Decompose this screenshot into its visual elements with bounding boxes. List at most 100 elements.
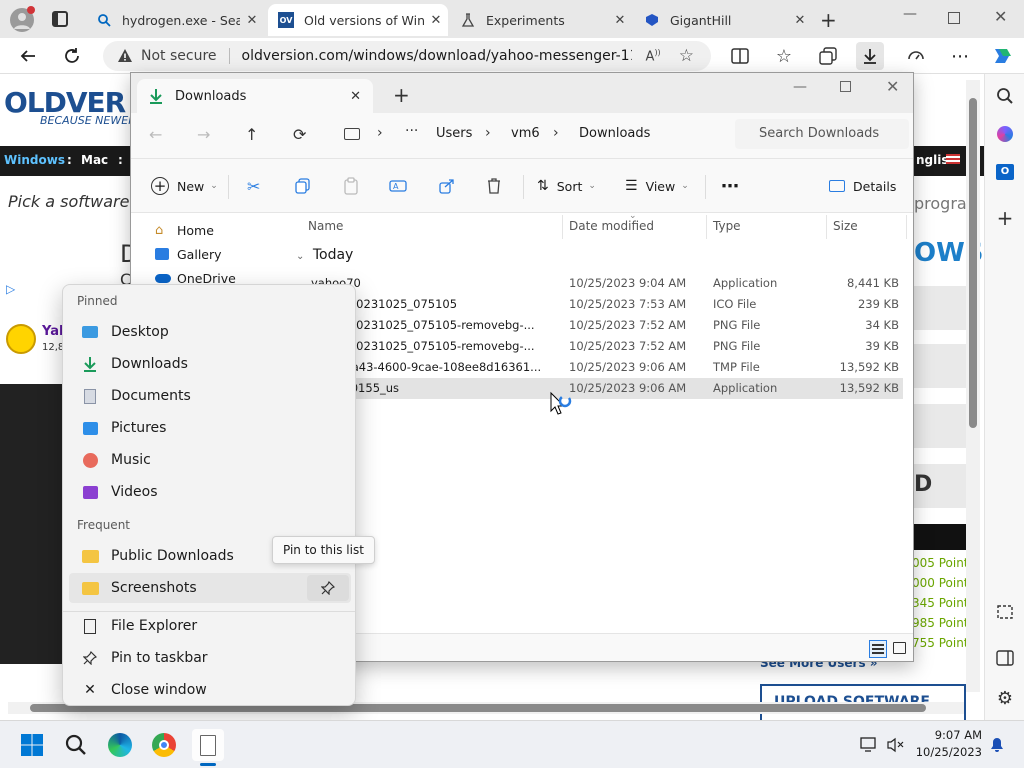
breadcrumb-downloads[interactable]: Downloads xyxy=(579,126,650,141)
jump-item-desktop[interactable]: Desktop xyxy=(69,317,351,347)
jump-item-screenshots[interactable]: Screenshots xyxy=(69,573,351,603)
screenshot-icon[interactable] xyxy=(993,600,1017,624)
url-text[interactable]: oldversion.com/windows/download/yahoo-me… xyxy=(242,48,632,64)
jump-item-videos[interactable]: Videos xyxy=(69,477,351,507)
tiles-view-toggle[interactable] xyxy=(893,642,906,654)
delete-icon[interactable] xyxy=(487,171,501,201)
tab-experiments[interactable]: Experiments ✕ xyxy=(450,4,632,36)
settings-gear-icon[interactable]: ⚙ xyxy=(993,686,1017,710)
column-size[interactable]: Size xyxy=(833,219,858,233)
close-window-button[interactable]: ✕ xyxy=(994,7,1007,26)
jump-item-downloads[interactable]: Downloads xyxy=(69,349,351,379)
sort-button[interactable]: ⇅ Sort ⌄ xyxy=(537,171,596,201)
tab-oldversion[interactable]: OV Old versions of Windo ✕ xyxy=(268,4,448,36)
file-row[interactable]: nshot_20231025_075105-removebg-... 10/25… xyxy=(291,336,903,357)
tab-actions-icon[interactable] xyxy=(52,11,68,27)
explorer-tab-downloads[interactable]: Downloads ✕ xyxy=(137,79,373,113)
copy-icon[interactable] xyxy=(295,171,311,201)
breadcrumb-vm6[interactable]: vm6 xyxy=(511,126,540,141)
close-tab-icon[interactable]: ✕ xyxy=(240,13,264,28)
breadcrumb-overflow-icon[interactable]: ··· xyxy=(405,123,418,139)
search-icon[interactable] xyxy=(993,84,1017,108)
close-tab-icon[interactable]: ✕ xyxy=(788,13,812,28)
back-arrow-icon[interactable]: ← xyxy=(149,125,162,144)
tab-giganthill[interactable]: GigantHill ✕ xyxy=(634,4,812,36)
split-screen-icon[interactable] xyxy=(726,42,754,70)
nav-home[interactable]: ⌂ Home xyxy=(155,219,214,241)
vertical-scrollbar[interactable] xyxy=(966,80,980,692)
display-icon[interactable] xyxy=(860,737,878,753)
favorites-icon[interactable]: ☆ xyxy=(770,42,798,70)
close-tab-icon[interactable]: ✕ xyxy=(350,89,361,104)
clock-time[interactable]: 9:07 AM xyxy=(918,728,982,742)
refresh-icon[interactable]: ⟳ xyxy=(293,125,306,144)
downloads-icon[interactable] xyxy=(856,42,884,70)
jump-item-pictures[interactable]: Pictures xyxy=(69,413,351,443)
minimize-button[interactable]: — xyxy=(793,79,807,95)
restore-button[interactable] xyxy=(948,12,960,24)
taskbar-search-icon[interactable] xyxy=(60,729,92,761)
nav-gallery[interactable]: Gallery xyxy=(155,243,222,265)
breadcrumb-users[interactable]: Users xyxy=(436,126,472,141)
add-sidebar-app-icon[interactable]: + xyxy=(993,206,1017,230)
search-downloads-field[interactable]: Search Downloads xyxy=(735,119,909,149)
more-options-icon[interactable]: ⋯ xyxy=(721,171,739,201)
jump-item-close-window[interactable]: ✕ Close window xyxy=(69,675,351,705)
column-date-modified[interactable]: Date modified xyxy=(569,219,654,233)
close-tab-icon[interactable]: ✕ xyxy=(424,13,448,28)
up-arrow-icon[interactable]: ↑ xyxy=(245,125,258,144)
column-name[interactable]: Name xyxy=(308,219,343,233)
profile-avatar[interactable] xyxy=(10,6,35,32)
new-tab-button[interactable]: + xyxy=(820,8,837,32)
close-window-button[interactable]: ✕ xyxy=(886,77,899,96)
maximize-button[interactable] xyxy=(840,81,851,92)
details-view-toggle[interactable] xyxy=(869,640,887,658)
jump-item-pin-to-taskbar[interactable]: Pin to taskbar xyxy=(69,643,351,673)
address-field[interactable]: Not secure oldversion.com/windows/downlo… xyxy=(103,41,711,71)
minimize-button[interactable]: — xyxy=(903,6,917,22)
chrome-browser-icon[interactable] xyxy=(148,729,180,761)
read-aloud-icon[interactable]: A)) xyxy=(646,48,661,64)
paste-icon[interactable] xyxy=(343,171,359,201)
nav-windows[interactable]: Windows xyxy=(4,153,65,167)
cut-icon[interactable]: ✂ xyxy=(247,171,260,201)
collections-icon[interactable] xyxy=(814,42,842,70)
tab-hydrogen[interactable]: hydrogen.exe - Searc ✕ xyxy=(86,4,264,36)
column-type[interactable]: Type xyxy=(713,219,741,233)
close-tab-icon[interactable]: ✕ xyxy=(608,13,632,28)
nav-mac[interactable]: Mac xyxy=(81,153,108,167)
file-row[interactable]: yahoo70 10/25/2023 9:04 AM Application 8… xyxy=(291,273,903,294)
outlook-icon[interactable]: O xyxy=(993,160,1017,184)
ad-choices-icon[interactable]: ▷ xyxy=(6,282,15,296)
file-row-selected[interactable]: r1150_0155_us 10/25/2023 9:06 AM Applica… xyxy=(291,378,903,399)
not-secure-label[interactable]: Not secure xyxy=(141,48,217,64)
rename-icon[interactable]: A xyxy=(389,171,407,201)
notification-bell-icon[interactable] xyxy=(990,737,1004,753)
group-header-today[interactable]: ⌄ Today xyxy=(296,247,353,263)
start-windows-icon[interactable] xyxy=(16,729,48,761)
jump-item-documents[interactable]: Documents xyxy=(69,381,351,411)
copilot-sidebar-icon[interactable] xyxy=(993,122,1017,146)
forward-arrow-icon[interactable]: → xyxy=(197,125,210,144)
file-row[interactable]: 295b-da43-4600-9cae-108ee8d16361... 10/2… xyxy=(291,357,903,378)
sidebar-toggle-icon[interactable] xyxy=(993,646,1017,670)
pin-to-list-button[interactable] xyxy=(307,575,349,601)
file-explorer-taskbar-icon[interactable] xyxy=(192,729,224,761)
new-button[interactable]: + New ⌄ xyxy=(151,171,218,201)
performance-icon[interactable] xyxy=(902,42,930,70)
refresh-icon[interactable] xyxy=(58,42,86,70)
jump-item-music[interactable]: Music xyxy=(69,445,351,475)
share-icon[interactable] xyxy=(439,171,455,201)
this-pc-icon[interactable] xyxy=(344,128,360,140)
details-button[interactable]: Details xyxy=(829,171,896,201)
new-tab-button[interactable]: + xyxy=(393,83,410,107)
edge-browser-icon[interactable] xyxy=(104,729,136,761)
file-row[interactable]: nshot_20231025_075105 10/25/2023 7:53 AM… xyxy=(291,294,903,315)
back-arrow-icon[interactable] xyxy=(14,42,42,70)
copilot-icon[interactable] xyxy=(988,42,1016,70)
favorite-star-icon[interactable]: ☆ xyxy=(679,46,694,66)
clock-date[interactable]: 10/25/2023 xyxy=(906,745,982,759)
volume-muted-icon[interactable] xyxy=(886,737,904,753)
file-row[interactable]: nshot_20231025_075105-removebg-... 10/25… xyxy=(291,315,903,336)
more-menu-icon[interactable]: ⋯ xyxy=(946,42,974,70)
